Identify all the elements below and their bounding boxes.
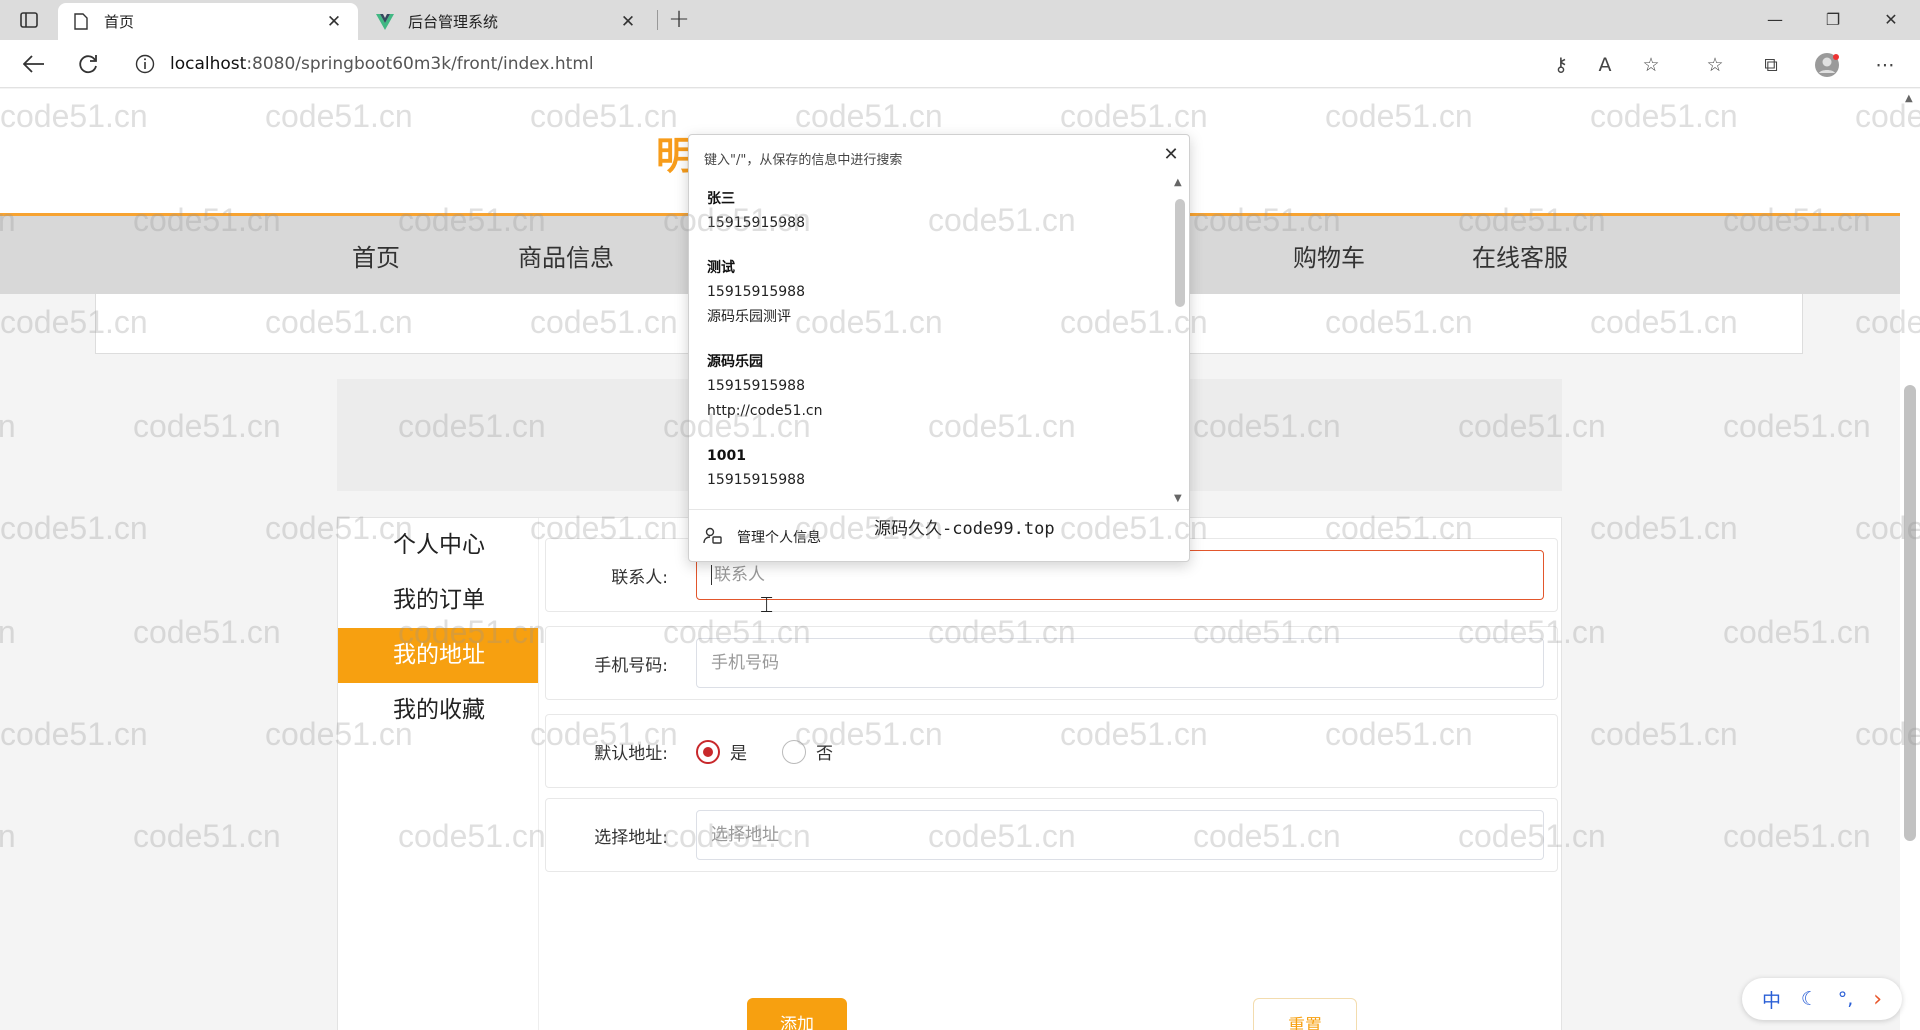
side-item-orders[interactable]: 我的订单 [338,573,538,628]
phone-placeholder: 手机号码 [711,653,779,673]
select-address-row: 选择地址: 选择地址 [545,798,1558,872]
read-aloud-icon[interactable]: A [1592,52,1618,78]
address-placeholder: 选择地址 [711,825,779,845]
tab-admin[interactable]: 后台管理系统 ✕ [362,3,652,40]
address-bar: localhost:8080/springboot60m3k/front/ind… [0,40,1920,88]
close-icon[interactable]: ✕ [324,12,344,32]
entry-name: 源码乐园 [707,354,763,370]
page-icon [72,13,90,31]
tab-title: 首页 [104,13,135,31]
overlay-text: 源码久久-code99.top [874,519,1055,539]
info-icon[interactable] [130,49,160,79]
scrollbar-thumb[interactable] [1175,199,1185,307]
select-address-input[interactable]: 选择地址 [696,810,1544,860]
vue-logo-icon [376,13,394,31]
autofill-scrollbar[interactable]: ▲ ▼ [1171,177,1187,509]
url-field[interactable]: localhost:8080/springboot60m3k/front/ind… [130,47,1550,81]
new-tab-icon[interactable]: + [664,6,694,34]
side-item-address[interactable]: 我的地址 [338,628,538,683]
select-address-label: 选择地址: [594,828,668,848]
nav-cart[interactable]: 购物车 [1293,238,1365,273]
ime-expand[interactable]: › [1873,987,1882,1012]
radio-dot [782,739,806,764]
radio-default-yes[interactable]: 是 [696,739,747,764]
ime-toolbar[interactable]: 中 ☾ °, › [1742,978,1902,1020]
manage-info-link[interactable]: 管理个人信息 [737,527,821,547]
radio-no-label: 否 [816,744,833,764]
back-icon[interactable] [18,50,50,78]
phone-row: 手机号码: 手机号码 [545,626,1558,700]
tab-actions-icon[interactable] [14,8,44,32]
user-center-panel: 个人中心 我的订单 我的地址 我的收藏 联系人: 联系人 手机号码: 手机号码 … [337,517,1562,1030]
address-form: 联系人: 联系人 手机号码: 手机号码 默认地址: 是 否 选择地址: 选择地址 [538,518,1563,1030]
tab-home[interactable]: 首页 ✕ [58,3,358,40]
punctuation-icon[interactable]: °, [1838,988,1854,1010]
tab-separator [657,10,658,30]
side-item-profile[interactable]: 个人中心 [338,518,538,573]
scroll-up-icon[interactable]: ▲ [1174,177,1182,188]
entry-name: 测试 [707,260,735,276]
manage-info-icon [703,526,723,546]
nav-home[interactable]: 首页 [352,238,400,273]
side-menu: 个人中心 我的订单 我的地址 我的收藏 [338,518,538,1030]
nav-customer-service[interactable]: 在线客服 [1472,238,1568,273]
scroll-down-icon[interactable]: ▼ [1174,493,1182,504]
page-scrollbar[interactable]: ▲ [1900,89,1920,1030]
autofill-entry[interactable]: 1001 15915915988 [689,434,1171,503]
contact-label: 联系人: [611,568,668,588]
add-favorite-icon[interactable]: ☆ [1638,52,1664,78]
browser-tab-strip: 首页 ✕ 后台管理系统 ✕ + — ❐ ✕ [0,0,1920,40]
phone-label: 手机号码: [594,656,668,676]
profile-avatar-icon[interactable] [1814,52,1840,78]
entry-line: http://code51.cn [707,403,823,419]
radio-yes-label: 是 [730,744,747,764]
close-icon[interactable]: ✕ [1159,143,1183,167]
text-cursor-icon: ⌶ [760,593,774,618]
tab-title: 后台管理系统 [408,13,499,31]
key-icon[interactable]: ⚷ [1548,52,1574,78]
default-address-label: 默认地址: [594,744,668,764]
contact-placeholder: 联系人 [714,565,765,585]
side-item-favorites[interactable]: 我的收藏 [338,683,538,738]
restore-icon[interactable]: ❐ [1810,6,1856,34]
phone-input[interactable]: 手机号码 [696,638,1544,688]
autofill-popup: 键入"/"，从保存的信息中进行搜索 ✕ 张三 15915915988 测试 15… [688,134,1190,562]
entry-line: 源码乐园测评 [707,309,791,325]
ime-language[interactable]: 中 [1762,986,1781,1013]
moon-icon[interactable]: ☾ [1801,988,1818,1010]
close-icon[interactable]: ✕ [618,12,638,32]
autofill-entry[interactable]: 源码乐园 15915915988 http://code51.cn [689,340,1171,434]
url-host: localhost [170,54,247,74]
text-caret [711,565,712,585]
radio-dot [696,739,720,764]
radio-default-no[interactable]: 否 [782,739,833,764]
more-icon[interactable]: ⋯ [1872,52,1898,78]
autofill-hint: 键入"/"，从保存的信息中进行搜索 [704,153,903,168]
url-path: :8080/springboot60m3k/front/index.html [246,54,594,74]
entry-name: 张三 [707,191,735,207]
autofill-entry[interactable]: 张三 15915915988 [689,177,1171,246]
nav-products[interactable]: 商品信息 [518,238,614,273]
entry-line: 15915915988 [707,378,805,394]
reset-button[interactable]: 重置 [1253,998,1357,1030]
collections-icon[interactable]: ⧉ [1758,52,1784,78]
add-button[interactable]: 添加 [747,998,847,1030]
refresh-icon[interactable] [72,50,104,78]
minimize-icon[interactable]: — [1752,6,1798,34]
scroll-up-icon[interactable]: ▲ [1905,93,1913,104]
scrollbar-thumb[interactable] [1904,385,1916,841]
window-close-icon[interactable]: ✕ [1868,6,1914,34]
favorites-icon[interactable]: ☆ [1702,52,1728,78]
entry-line: 15915915988 [707,472,805,488]
autofill-entry[interactable]: 测试 15915915988 源码乐园测评 [689,246,1171,340]
entry-name: 1001 [707,448,746,464]
default-address-row: 默认地址: 是 否 [545,714,1558,788]
autofill-list: 张三 15915915988 测试 15915915988 源码乐园测评 源码乐… [689,177,1171,509]
entry-line: 15915915988 [707,284,805,300]
entry-line: 15915915988 [707,215,805,231]
